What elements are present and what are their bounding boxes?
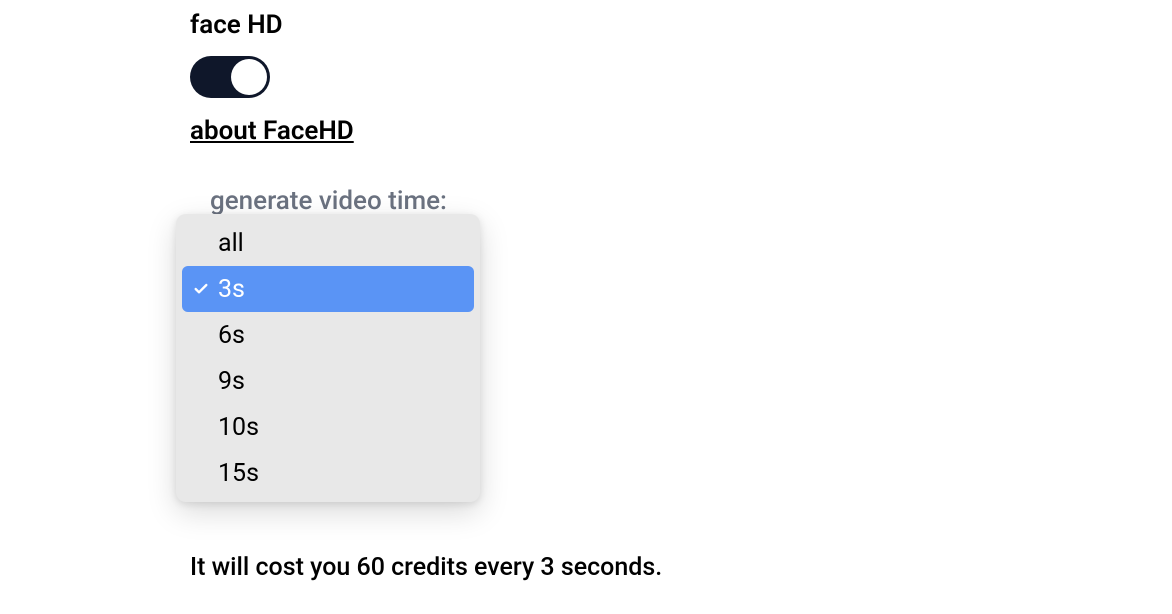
dropdown-option-label: all [218, 229, 460, 258]
dropdown-option-label: 15s [218, 459, 460, 488]
dropdown-option-9s[interactable]: 9s [182, 358, 474, 404]
check-icon [192, 418, 210, 436]
check-icon [192, 326, 210, 344]
dropdown-option-10s[interactable]: 10s [182, 404, 474, 450]
dropdown-option-15s[interactable]: 15s [182, 450, 474, 496]
dropdown-option-label: 10s [218, 413, 460, 442]
dropdown-option-all[interactable]: all [182, 220, 474, 266]
about-facehd-link[interactable]: about FaceHD [190, 116, 354, 146]
check-icon [192, 234, 210, 252]
dropdown-option-6s[interactable]: 6s [182, 312, 474, 358]
check-icon [192, 372, 210, 390]
face-hd-label: face HD [190, 10, 447, 40]
generate-video-time-label: generate video time: [210, 186, 447, 216]
credits-cost-text: It will cost you 60 credits every 3 seco… [190, 553, 662, 582]
dropdown-option-label: 9s [218, 367, 460, 396]
video-time-dropdown: all 3s 6s 9s 10s 15s [176, 214, 480, 502]
dropdown-option-label: 6s [218, 321, 460, 350]
toggle-knob [231, 59, 267, 95]
dropdown-option-label: 3s [218, 275, 460, 304]
dropdown-option-3s[interactable]: 3s [182, 266, 474, 312]
face-hd-toggle[interactable] [190, 56, 270, 98]
check-icon [192, 280, 210, 298]
check-icon [192, 464, 210, 482]
